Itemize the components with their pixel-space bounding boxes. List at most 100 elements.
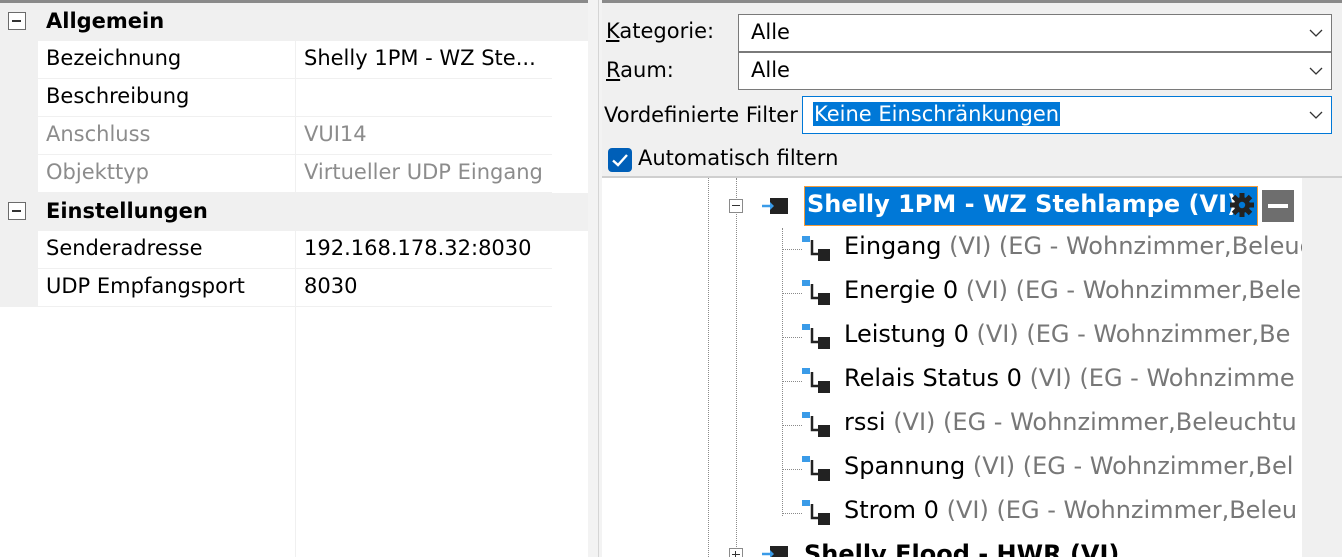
node-label: Energie 0 <box>844 276 959 304</box>
column-separator <box>295 307 296 557</box>
category-label: Einstellungen <box>46 199 208 223</box>
property-name: Bezeichnung <box>46 46 182 70</box>
variable-icon <box>802 324 830 349</box>
category-allgemein[interactable]: Allgemein <box>0 3 588 41</box>
category-einstellungen[interactable]: Einstellungen <box>0 193 588 231</box>
instance-icon <box>762 198 788 214</box>
room-filter-label: Raum: <box>606 58 674 82</box>
row-gap <box>552 117 588 155</box>
node-meta: (VI) (EG - Wohnzimmer,Be <box>976 320 1291 348</box>
property-grid: Allgemein Bezeichnung Shelly 1PM - WZ St… <box>0 0 588 557</box>
row-gutter <box>0 155 38 193</box>
variable-icon <box>802 368 830 393</box>
property-row-senderadresse[interactable]: Senderadresse 192.168.178.32:8030 <box>0 231 588 269</box>
tree-guide <box>782 381 802 382</box>
checkmark-icon <box>612 154 628 167</box>
node-meta: (VI) (EG - Wohnzimmer,Beleuchtu <box>893 408 1297 436</box>
row-gap <box>552 41 588 79</box>
node-label: Eingang <box>844 232 942 260</box>
tree-node-variable[interactable]: Eingang (VI) (EG - Wohnzimmer,Beleuc <box>844 232 1302 272</box>
gear-icon[interactable] <box>1228 191 1256 219</box>
property-value[interactable]: 8030 <box>296 269 552 306</box>
property-value: VUI14 <box>304 122 367 146</box>
row-gutter <box>0 79 38 117</box>
empty-area <box>0 307 38 557</box>
node-meta: (VI) (EG - Wohnzimmer,Beleu <box>946 496 1298 524</box>
tree-node-next[interactable]: Shelly Flood - HWR (VI) <box>804 540 1119 557</box>
node-label: Shelly Flood - HWR (VI) <box>804 540 1120 557</box>
node-label: Relais Status 0 <box>844 364 1022 392</box>
label-rest: ategorie: <box>619 19 715 43</box>
property-value[interactable]: Shelly 1PM - WZ Ste... <box>296 41 552 78</box>
object-tree-pane: Kategorie: Alle Raum: Alle Vordefinierte… <box>602 0 1342 557</box>
tree-node-variable[interactable]: Strom 0 (VI) (EG - Wohnzimmer,Beleu <box>844 496 1297 536</box>
category-filter-dropdown[interactable]: Alle <box>738 14 1332 52</box>
variable-icon <box>802 456 830 481</box>
dropdown-value: Alle <box>751 58 790 82</box>
dropdown-value: Keine Einschränkungen <box>813 102 1061 126</box>
tree-guide <box>782 228 783 516</box>
predefined-filter-label: Vordefinierte Filter <box>604 103 798 127</box>
label-accesskey: R <box>606 58 621 82</box>
property-row-anschluss: Anschluss VUI14 <box>0 117 588 155</box>
pane-splitter[interactable] <box>588 0 602 557</box>
selected-text: Keine Einschränkungen <box>813 102 1061 126</box>
property-value[interactable]: 192.168.178.32:8030 <box>296 231 552 268</box>
dropdown-value: Alle <box>751 20 790 44</box>
collapse-icon[interactable] <box>8 12 26 30</box>
tree-scroll-area[interactable] <box>1302 178 1342 557</box>
row-gap <box>552 269 588 307</box>
property-name: Senderadresse <box>46 236 203 260</box>
property-name: Beschreibung <box>46 84 190 108</box>
row-gutter <box>0 41 38 79</box>
node-label: Shelly 1PM - WZ Stehlampe (VI) <box>807 190 1238 218</box>
property-name: UDP Empfangsport <box>46 274 245 298</box>
property-row-objekttyp: Objekttyp Virtueller UDP Eingang <box>0 155 588 193</box>
remove-button[interactable] <box>1262 190 1294 222</box>
collapse-icon[interactable] <box>729 199 743 213</box>
label-accesskey: K <box>606 19 620 43</box>
node-label: Strom 0 <box>844 496 939 524</box>
auto-filter-label[interactable]: Automatisch filtern <box>638 146 838 170</box>
node-meta: (VI) (EG - Wohnzimmer,Beleuc <box>949 232 1302 260</box>
tree-guide <box>782 469 802 470</box>
tree-guide <box>782 249 802 250</box>
row-gap <box>552 231 588 269</box>
category-filter-label: Kategorie: <box>606 19 714 43</box>
auto-filter-checkbox[interactable] <box>608 148 632 172</box>
tree-guide <box>736 178 737 198</box>
predefined-filter-dropdown[interactable]: Keine Einschränkungen <box>802 96 1332 134</box>
tree-node-variable[interactable]: Energie 0 (VI) (EG - Wohnzimmer,Bele <box>844 276 1301 316</box>
property-row-beschreibung[interactable]: Beschreibung <box>0 79 588 117</box>
room-filter-dropdown[interactable]: Alle <box>738 52 1332 90</box>
variable-icon <box>802 280 830 305</box>
tree-guide <box>782 513 802 514</box>
tree-node-selected[interactable]: Shelly 1PM - WZ Stehlampe (VI) <box>804 186 1258 226</box>
chevron-down-icon <box>1309 65 1323 77</box>
object-tree[interactable]: Shelly 1PM - WZ Stehlampe (VI) Eingang (… <box>602 178 1302 557</box>
node-label: rssi <box>844 408 886 436</box>
tree-guide <box>782 293 802 294</box>
tree-node-variable[interactable]: Leistung 0 (VI) (EG - Wohnzimmer,Be <box>844 320 1290 360</box>
property-value[interactable] <box>296 79 552 116</box>
tree-node-variable[interactable]: Spannung (VI) (EG - Wohnzimmer,Bel <box>844 452 1293 492</box>
expand-icon[interactable] <box>729 548 743 557</box>
splitter-line <box>598 0 599 557</box>
row-gap <box>552 79 588 117</box>
tree-node-variable[interactable]: Relais Status 0 (VI) (EG - Wohnzimme <box>844 364 1295 404</box>
row-gutter <box>0 269 38 307</box>
node-meta: (VI) (EG - Wohnzimmer,Bele <box>965 276 1302 304</box>
node-meta: (VI) (EG - Wohnzimme <box>1029 364 1295 392</box>
tree-node-variable[interactable]: rssi (VI) (EG - Wohnzimmer,Beleuchtu <box>844 408 1297 448</box>
tree-guide <box>782 337 802 338</box>
collapse-icon[interactable] <box>8 202 26 220</box>
property-row-bezeichnung[interactable]: Bezeichnung Shelly 1PM - WZ Ste... <box>0 41 588 79</box>
node-label: Spannung <box>844 452 966 480</box>
variable-icon <box>802 236 830 261</box>
label-rest: aum: <box>620 58 674 82</box>
tree-guide <box>782 425 802 426</box>
property-row-udp-empfangsport[interactable]: UDP Empfangsport 8030 <box>0 269 588 307</box>
filter-panel: Kategorie: Alle Raum: Alle Vordefinierte… <box>602 3 1342 178</box>
variable-icon <box>802 412 830 437</box>
row-gutter <box>0 231 38 269</box>
